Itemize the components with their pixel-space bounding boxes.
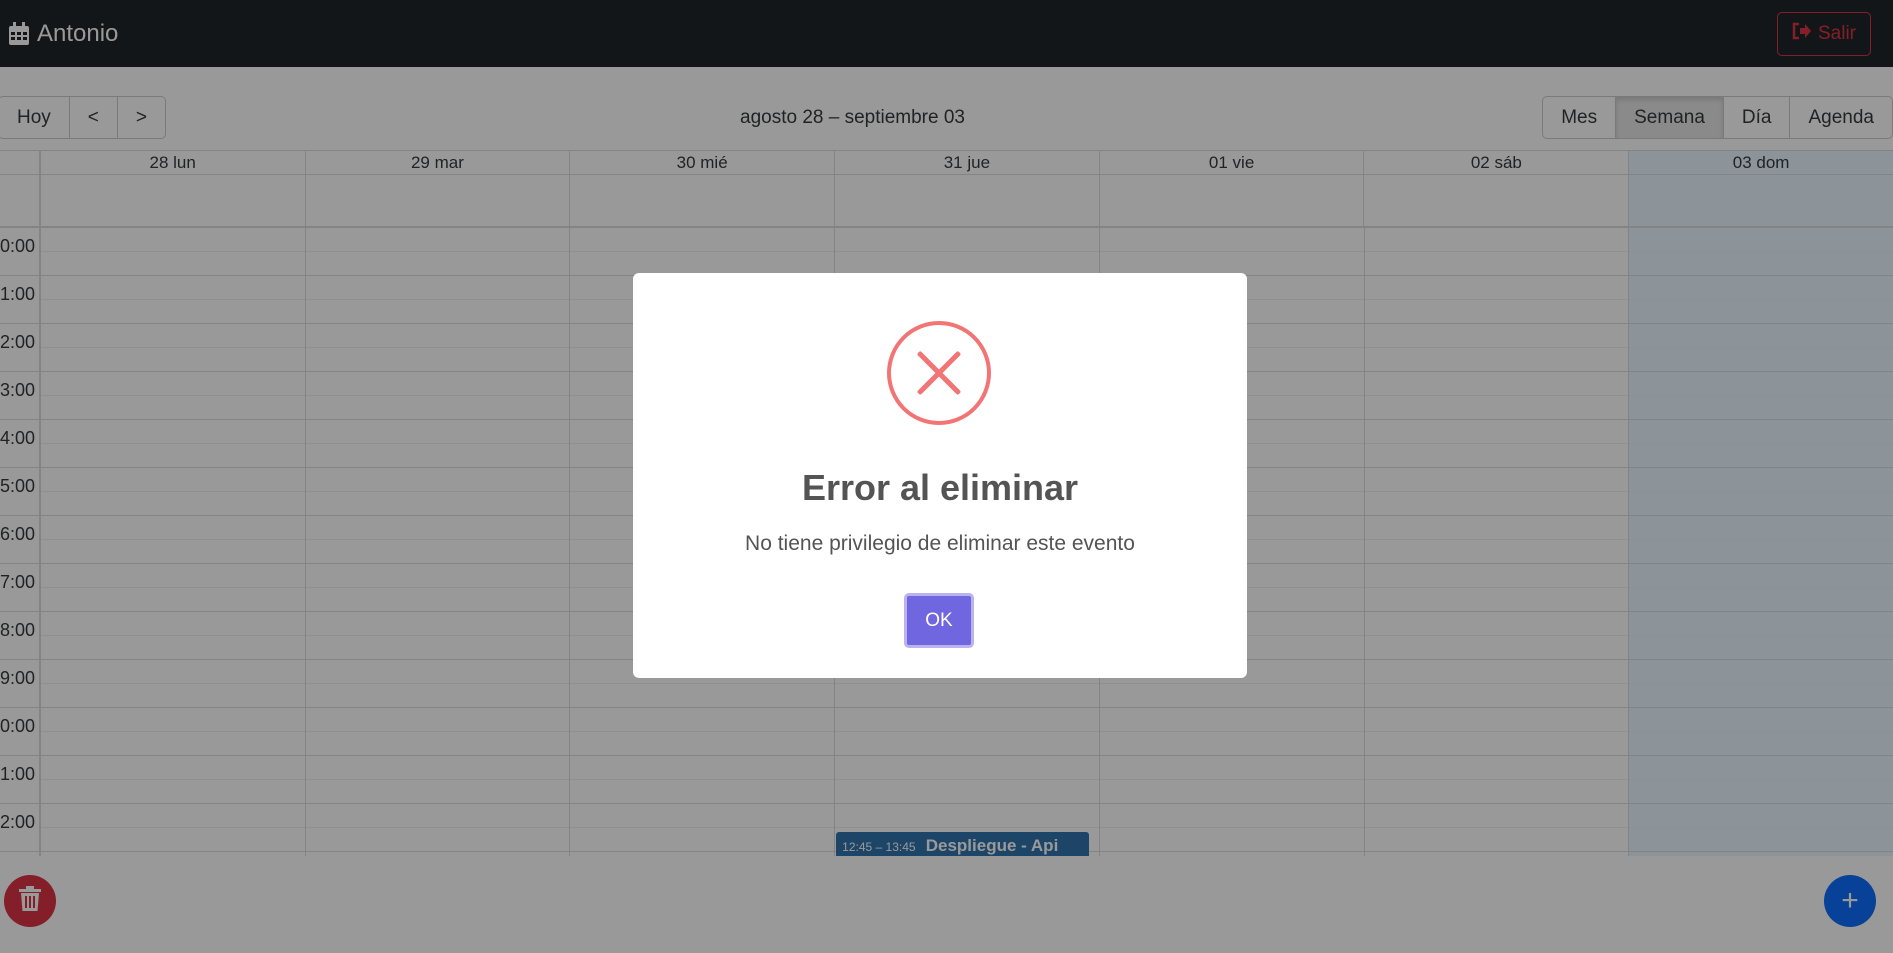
error-dialog: Error al eliminar No tiene privilegio de… bbox=[633, 273, 1247, 678]
dialog-message: No tiene privilegio de eliminar este eve… bbox=[745, 532, 1135, 555]
error-x-icon bbox=[887, 321, 991, 425]
dialog-title: Error al eliminar bbox=[801, 467, 1079, 508]
ok-button[interactable]: OK bbox=[904, 593, 974, 648]
